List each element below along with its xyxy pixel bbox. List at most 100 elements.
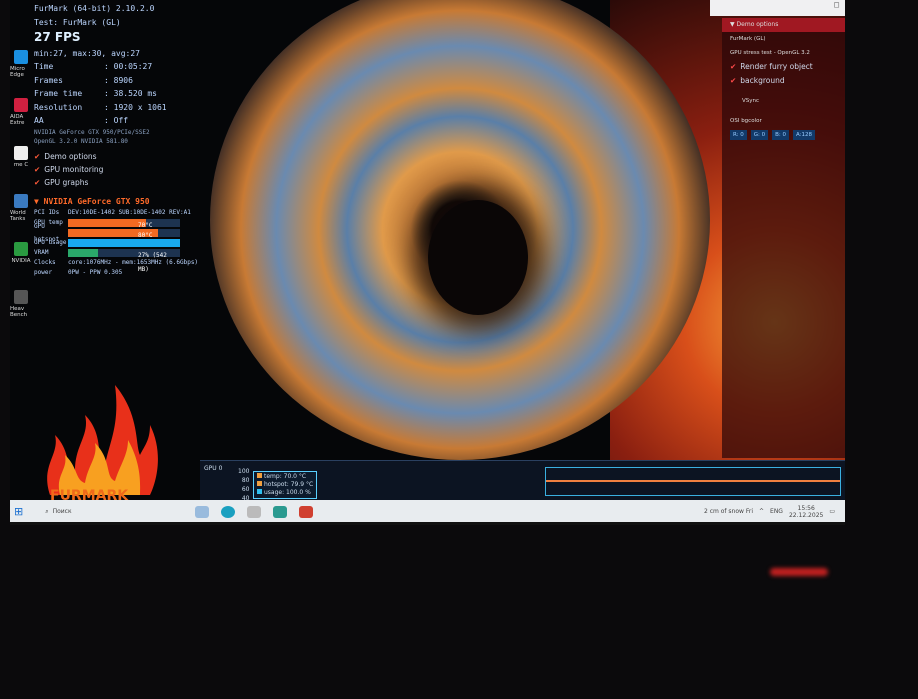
clock-date: 22.12.2025 bbox=[788, 511, 824, 519]
notifications-icon[interactable]: ▭ bbox=[829, 508, 835, 515]
option-label: Demo options bbox=[44, 151, 97, 161]
color-input[interactable]: B: 0 bbox=[772, 130, 790, 140]
osd-options: ✔ Demo options ✔ GPU monitoring ✔ GPU graphs bbox=[34, 150, 198, 189]
option-label: GPU monitoring bbox=[44, 164, 104, 174]
panel-line: GPU stress test - OpenGL 3.2 bbox=[730, 50, 810, 56]
stats-list: Time : 00:05:27 Frames: 8906 Frame time : 38… bbox=[34, 60, 198, 128]
metric-bar: 70°C bbox=[68, 219, 180, 229]
check-icon: ✔ bbox=[730, 76, 737, 85]
desktop-icon-label: Micro Edge bbox=[10, 66, 25, 78]
vsync-checkbox[interactable]: VSync bbox=[722, 94, 845, 108]
desktop-icons: Micro Edge AIDA Extre me C World Tanks NVIDI… bbox=[10, 50, 32, 338]
osd-option-checkbox[interactable]: ✔ Demo options bbox=[34, 150, 198, 163]
bgcolor-label: OSI bgcolor bbox=[730, 118, 762, 124]
legend-swatch bbox=[257, 489, 262, 494]
osd-option-checkbox[interactable]: ✔ GPU monitoring bbox=[34, 163, 198, 176]
stat-row: Resolution : 1920 x 1061 bbox=[34, 101, 198, 115]
window-button[interactable]: □ bbox=[834, 0, 839, 9]
checkbox-label: Render furry object bbox=[740, 62, 813, 71]
stat-label: Frames bbox=[34, 75, 63, 85]
stat-row: Frames: 8906 bbox=[34, 74, 198, 88]
panel-line: FurMark (GL) bbox=[730, 36, 766, 42]
explorer-icon[interactable] bbox=[247, 505, 262, 518]
osd-option-checkbox[interactable]: ✔ GPU graphs bbox=[34, 176, 198, 189]
stat-label: Frame time bbox=[34, 89, 83, 98]
stat-row: Frame time : 38.520 ms bbox=[34, 87, 198, 101]
desktop-icon[interactable]: Micro Edge bbox=[10, 50, 32, 98]
panel-header[interactable]: ▼ Demo options bbox=[722, 18, 845, 32]
app-icon bbox=[14, 146, 28, 160]
stat-label: Time bbox=[34, 62, 54, 71]
language-indicator[interactable]: ENG bbox=[770, 508, 783, 515]
system-tray: 2 cm of snow Fri ^ ENG 15:56 22.12.2025 ▭ bbox=[704, 505, 845, 519]
task-view-icon[interactable] bbox=[195, 505, 210, 518]
desktop-icon[interactable]: NVIDIA bbox=[10, 242, 32, 290]
desktop-icon[interactable]: Heav Bench bbox=[10, 290, 32, 338]
color-input[interactable]: R: 0 bbox=[730, 130, 747, 140]
legend-entry: temp: 70.0 °C bbox=[257, 473, 313, 481]
checkbox-label: background bbox=[740, 76, 785, 85]
furmark-flame-logo bbox=[47, 385, 158, 495]
clock[interactable]: 15:56 22.12.2025 bbox=[789, 505, 823, 519]
search-icon: ⌕ bbox=[45, 507, 49, 515]
app-version: FurMark (64-bit) 2.10.2.0 bbox=[34, 4, 155, 13]
monitor-screen: Micro Edge AIDA Extre me C World Tanks NVIDI… bbox=[10, 0, 845, 525]
desktop-icon[interactable]: me C bbox=[10, 146, 32, 194]
demo-options-panel: ▼ Demo options FurMark (GL) GPU stress t… bbox=[722, 18, 845, 458]
test-name: Test: FurMark (GL) bbox=[34, 17, 121, 27]
desktop-icon[interactable]: AIDA Extre bbox=[10, 98, 32, 146]
monitor-power-led bbox=[770, 568, 828, 576]
pci-ids: DEV:10DE-1402 SUB:10DE-1402 REV:A1 bbox=[68, 209, 191, 217]
stat-value: : 38.520 ms bbox=[104, 89, 157, 98]
edge-icon[interactable] bbox=[221, 505, 236, 518]
desktop-icon-label: NVIDIA bbox=[11, 258, 31, 264]
graph-label: GPU 0 bbox=[204, 465, 223, 472]
legend-label: hotspot: 79.9 °C bbox=[264, 481, 314, 488]
metric-label: power bbox=[34, 269, 53, 277]
axis-tick: 80 bbox=[241, 477, 250, 484]
graph-legend: temp: 70.0 °C hotspot: 79.9 °C usage: 100.… bbox=[253, 471, 318, 499]
weather-widget[interactable]: 2 cm of snow Fri bbox=[704, 508, 753, 515]
stat-label: Resolution bbox=[34, 102, 83, 112]
store-icon[interactable] bbox=[273, 505, 288, 518]
app-icon bbox=[14, 98, 28, 112]
stat-value: : Off bbox=[104, 116, 129, 125]
app-icon bbox=[14, 50, 28, 64]
stat-value: : 1920 x 1061 bbox=[104, 102, 167, 112]
legend-entry: usage: 100.0 % bbox=[257, 489, 313, 497]
legend-entry: hotspot: 79.9 °C bbox=[257, 481, 313, 489]
stat-value: : 00:05:27 bbox=[104, 62, 153, 71]
legend-label: usage: 100.0 % bbox=[264, 489, 311, 496]
clock-time: 15:56 bbox=[797, 504, 815, 512]
checkbox-background[interactable]: ✔ background bbox=[722, 74, 845, 88]
app-icon bbox=[14, 194, 28, 208]
furmark-taskbar-icon[interactable] bbox=[299, 505, 314, 518]
metric-bar: 27% (542 MB) bbox=[68, 249, 180, 273]
furmark-osd: FurMark (64-bit) 2.10.2.0 Test: FurMark … bbox=[34, 2, 198, 278]
graph-y-axis: 100 80 60 40 bbox=[238, 467, 249, 503]
legend-swatch bbox=[257, 473, 262, 478]
gpu-graph: GPU 0 100 80 60 40 temp: 70.0 °C hotspot: 79… bbox=[200, 460, 845, 503]
color-input[interactable]: A:128 bbox=[793, 130, 816, 140]
fps-stats: min:27, max:30, avg:27 bbox=[34, 48, 140, 58]
taskbar: ⊞ ⌕ Поиск 2 cm of snow Fri ^ ENG 15:56 22.… bbox=[10, 500, 845, 522]
start-button[interactable]: ⊞ bbox=[14, 505, 23, 518]
color-input[interactable]: G: 0 bbox=[750, 130, 769, 140]
metric-value: 27% (542 MB) bbox=[138, 252, 167, 273]
checkbox-render-furry[interactable]: ✔ Render furry object bbox=[722, 60, 845, 74]
desktop-icon[interactable]: World Tanks bbox=[10, 194, 32, 242]
gpu-name: NVIDIA GeForce GTX 950 bbox=[43, 196, 150, 206]
search-placeholder: Поиск bbox=[52, 508, 72, 515]
taskbar-search[interactable]: ⌕ Поиск bbox=[39, 503, 189, 520]
option-label: GPU graphs bbox=[44, 177, 89, 187]
metric-bar-fill bbox=[68, 239, 180, 247]
opengl-version: OpenGL 3.2.0 NVIDIA 581.80 bbox=[34, 137, 128, 145]
axis-tick: 100 bbox=[238, 468, 250, 475]
power-value: 0PW - PPW 0.305 bbox=[68, 269, 123, 277]
axis-tick: 60 bbox=[241, 486, 250, 493]
metric-bar-fill bbox=[68, 249, 99, 257]
desktop-icon-label: Heav Bench bbox=[10, 306, 28, 318]
render-center bbox=[428, 200, 528, 315]
tray-chevron-icon[interactable]: ^ bbox=[759, 508, 764, 515]
check-icon: ✔ bbox=[34, 177, 41, 187]
